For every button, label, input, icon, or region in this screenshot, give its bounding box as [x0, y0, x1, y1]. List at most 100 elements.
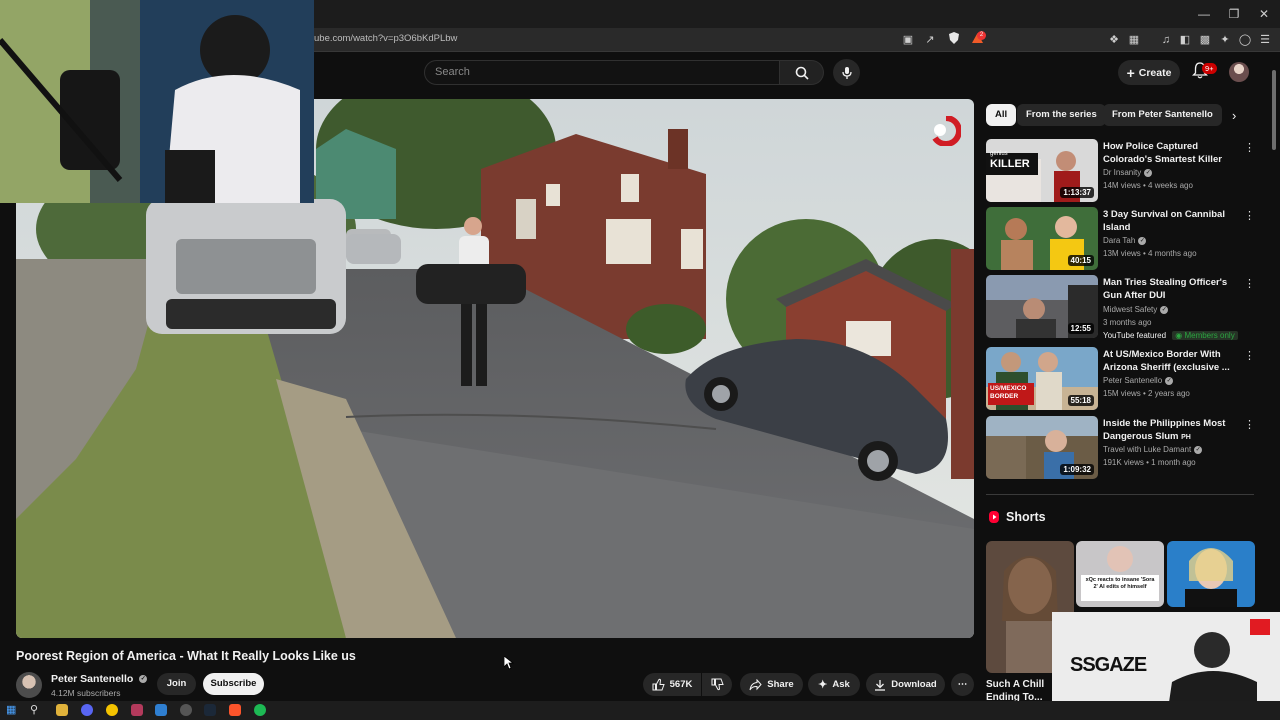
scrollbar-thumb[interactable] [1272, 70, 1276, 150]
mail-icon[interactable] [131, 704, 143, 716]
recommendation-item[interactable]: 40:15 3 Day Survival on Cannibal Island … [986, 207, 1258, 271]
recommendation-item[interactable]: US/MEXICO BORDER 55:18 At US/Mexico Bord… [986, 347, 1258, 411]
spotify-icon[interactable] [254, 704, 266, 716]
recommendation-title[interactable]: Man Tries Stealing Officer's Gun After D… [1103, 277, 1243, 302]
like-count: 567K [669, 679, 693, 690]
recommendation-channel-row[interactable]: Midwest Safety ✓ [1103, 305, 1169, 314]
windows-start-icon[interactable]: ▦ [6, 704, 18, 716]
recommendation-title[interactable]: At US/Mexico Border With Arizona Sheriff… [1103, 349, 1243, 374]
recommendation-meta: 15M views • 2 years ago [1103, 389, 1190, 398]
recommendation-extra-row: YouTube featured ◉ Members only [1103, 331, 1238, 340]
share-button[interactable]: Share [740, 673, 803, 696]
short-thumbnail[interactable]: xQc reacts to insane 'Sora 2' AI edits o… [1076, 541, 1164, 607]
picture-in-picture-icon[interactable]: ▣ [900, 32, 916, 48]
voice-search-button[interactable] [833, 59, 860, 86]
recommendation-channel: Midwest Safety [1103, 305, 1158, 314]
menu-icon[interactable]: ☰ [1257, 32, 1273, 48]
brave-browser-icon[interactable] [229, 704, 241, 716]
music-icon[interactable]: ♫ [1158, 32, 1174, 48]
chip-from-the-series[interactable]: From the series [1017, 104, 1106, 126]
maximize-icon[interactable]: ❐ [1226, 6, 1242, 22]
discord-icon[interactable] [81, 704, 93, 716]
video-thumbnail[interactable]: 40:15 [986, 207, 1098, 270]
wallet-card-icon[interactable]: ▩ [1197, 32, 1213, 48]
app-icon[interactable] [106, 704, 118, 716]
video-thumbnail[interactable]: 1:09:32 [986, 416, 1098, 479]
obs-icon[interactable] [180, 704, 192, 716]
sponsor-brand: SSGAZE [1070, 654, 1147, 676]
video-thumbnail[interactable]: 12:55 [986, 275, 1098, 338]
recommendation-channel: Dr Insanity [1103, 168, 1142, 177]
short-thumbnail[interactable] [1167, 541, 1255, 607]
share-label: Share [767, 679, 794, 690]
verified-icon: ✓ [1160, 305, 1169, 314]
video-thumbnail[interactable]: genius KILLER 1:13:37 [986, 139, 1098, 202]
search-button[interactable] [780, 60, 824, 85]
close-icon[interactable]: ✕ [1256, 6, 1272, 22]
shorts-heading-label: Shorts [1006, 510, 1046, 524]
download-button[interactable]: Download [866, 673, 945, 696]
verified-icon: ✓ [1194, 445, 1203, 454]
download-icon [875, 679, 886, 691]
taskbar-search-icon[interactable]: ⚲ [30, 704, 42, 716]
plus-icon: + [1126, 64, 1135, 81]
app-icon[interactable] [155, 704, 167, 716]
channel-watermark-logo[interactable] [931, 115, 962, 147]
more-actions-button[interactable]: ⋯ [951, 673, 974, 696]
search-input[interactable]: Search [424, 60, 780, 85]
youtube-featured-label: YouTube featured [1103, 331, 1167, 340]
taskbar [0, 701, 1280, 720]
more-vertical-icon[interactable]: ⋮ [1244, 277, 1255, 290]
recommendation-channel: Peter Santenello [1103, 376, 1163, 385]
dislike-button[interactable] [702, 673, 732, 696]
recommendation-channel-row[interactable]: Peter Santenello ✓ [1103, 376, 1174, 385]
url-text[interactable]: ube.com/watch?v=p3O6bKdPLbw [314, 33, 457, 44]
channel-avatar[interactable] [16, 672, 42, 698]
create-button[interactable]: + Create [1118, 60, 1180, 85]
steam-icon[interactable] [204, 704, 216, 716]
recommendation-channel-row[interactable]: Dr Insanity ✓ [1103, 168, 1153, 177]
microphone-icon [841, 66, 852, 79]
recommendation-item[interactable]: 1:09:32 Inside the Philippines Most Dang… [986, 416, 1258, 480]
share-page-icon[interactable]: ↗ [922, 32, 938, 48]
wallet-icon[interactable]: ▦ [1126, 32, 1142, 48]
sparkle-icon: ✦ [818, 679, 828, 691]
recommendation-channel: Dara Tah [1103, 236, 1136, 245]
recommendation-title[interactable]: How Police Captured Colorado's Smartest … [1103, 141, 1243, 166]
video-thumbnail[interactable]: US/MEXICO BORDER 55:18 [986, 347, 1098, 410]
recommendation-channel-row[interactable]: Travel with Luke Damant ✓ [1103, 445, 1203, 454]
brave-shield-icon[interactable] [946, 32, 962, 48]
recommendation-title[interactable]: 3 Day Survival on Cannibal Island [1103, 209, 1243, 234]
recommendation-item[interactable]: 12:55 Man Tries Stealing Officer's Gun A… [986, 275, 1258, 345]
shorts-heading: Shorts [988, 510, 1046, 524]
leo-ai-icon[interactable]: ✦ [1217, 32, 1233, 48]
recommendation-channel-row[interactable]: Dara Tah ✓ [1103, 236, 1147, 245]
channel-name-link[interactable]: Peter Santenello ✓ [51, 673, 148, 685]
like-button[interactable]: 567K [643, 673, 701, 696]
chip-from-peter-santenello[interactable]: From Peter Santenello [1103, 104, 1222, 126]
recommendation-title-wrap[interactable]: Inside the Philippines Most Dangerous Sl… [1103, 418, 1243, 444]
chevron-right-icon[interactable]: › [1232, 108, 1236, 123]
more-vertical-icon[interactable]: ⋮ [1244, 209, 1255, 222]
extensions-icon[interactable]: ❖ [1106, 32, 1122, 48]
minimize-icon[interactable]: — [1196, 6, 1212, 22]
chip-all[interactable]: All [986, 104, 1017, 126]
recommendation-item[interactable]: genius KILLER 1:13:37 How Police Capture… [986, 139, 1258, 203]
file-explorer-icon[interactable] [56, 704, 68, 716]
recommendation-meta: 14M views • 4 weeks ago [1103, 181, 1193, 190]
recommendation-meta: 191K views • 1 month ago [1103, 458, 1196, 467]
duration-badge: 55:18 [1067, 395, 1094, 406]
account-avatar[interactable] [1229, 62, 1249, 82]
scrollbar[interactable] [1270, 56, 1278, 702]
recommendation-meta: 3 months ago [1103, 318, 1152, 327]
ask-button[interactable]: ✦ Ask [808, 673, 860, 696]
subscribe-button[interactable]: Subscribe [203, 673, 264, 695]
more-vertical-icon[interactable]: ⋮ [1244, 349, 1255, 362]
title-flag-suffix: PH [1181, 433, 1191, 441]
more-vertical-icon[interactable]: ⋮ [1244, 418, 1255, 431]
vpn-icon[interactable]: ◯ [1237, 32, 1253, 48]
join-button[interactable]: Join [157, 673, 196, 695]
members-only-label: Members only [1184, 331, 1235, 340]
more-vertical-icon[interactable]: ⋮ [1244, 141, 1255, 154]
sidebar-icon[interactable]: ◧ [1177, 32, 1193, 48]
